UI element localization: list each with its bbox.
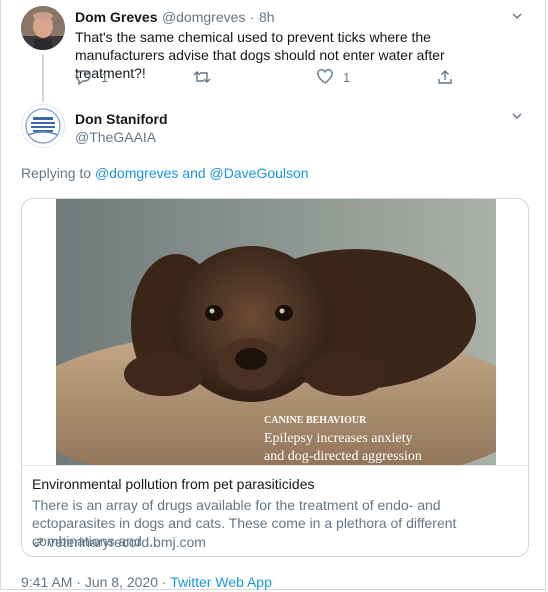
- image-headline-line2: and dog-directed aggression: [264, 449, 422, 464]
- mention-link[interactable]: @domgreves: [95, 165, 178, 181]
- tweet-time[interactable]: 9:41 AM: [21, 574, 72, 590]
- separator: ·: [161, 574, 167, 590]
- like-button[interactable]: 1: [317, 69, 350, 85]
- separator: ·: [76, 574, 81, 590]
- like-count: 1: [343, 69, 351, 85]
- link-icon: [34, 537, 43, 547]
- reply-button[interactable]: 1: [75, 69, 108, 85]
- share-icon: [438, 70, 452, 84]
- avatar[interactable]: [21, 104, 65, 148]
- user-handle[interactable]: @domgreves: [162, 9, 245, 25]
- link-card[interactable]: CANINE BEHAVIOUR Epilepsy increases anxi…: [21, 198, 529, 557]
- user-handle-row: @TheGAAIA: [75, 129, 156, 147]
- replying-label: Replying to: [21, 165, 92, 181]
- tweet-date[interactable]: Jun 8, 2020: [85, 574, 158, 590]
- card-domain: veterinaryrecord.bmj.com: [32, 534, 206, 550]
- display-name[interactable]: Dom Greves: [75, 9, 157, 25]
- display-name-row: Don Staniford: [75, 111, 168, 129]
- reply-icon: [75, 70, 91, 85]
- chevron-down-icon[interactable]: [511, 10, 523, 22]
- tweet-meta: 9:41 AM · Jun 8, 2020 · Twitter Web App: [21, 574, 272, 590]
- replying-to: Replying to @domgreves and @DaveGoulson: [21, 165, 309, 181]
- retweet-button[interactable]: [193, 69, 211, 85]
- like-icon: [317, 69, 333, 84]
- separator: ·: [249, 9, 255, 25]
- thread-connector: [42, 54, 44, 102]
- share-button[interactable]: [437, 69, 453, 85]
- chevron-down-icon[interactable]: [511, 110, 523, 122]
- card-title: Environmental pollution from pet parasit…: [32, 476, 315, 492]
- tweet-header: Dom Greves @domgreves · 8h: [75, 9, 275, 27]
- tweet-actions: 1 1: [75, 69, 475, 89]
- tweet-thread: Dom Greves @domgreves · 8h That's the sa…: [0, 0, 546, 590]
- image-headline-line1: Epilepsy increases anxiety: [264, 431, 413, 446]
- card-image[interactable]: CANINE BEHAVIOUR Epilepsy increases anxi…: [22, 199, 528, 489]
- retweet-icon: [193, 71, 211, 83]
- user-handle[interactable]: @TheGAAIA: [75, 129, 156, 145]
- image-kicker: CANINE BEHAVIOUR: [264, 415, 367, 426]
- reply-count: 1: [101, 69, 109, 85]
- avatar[interactable]: [21, 6, 65, 50]
- source-app-link[interactable]: Twitter Web App: [170, 574, 272, 590]
- card-body: Environmental pollution from pet parasit…: [22, 465, 528, 550]
- tweet-time[interactable]: 8h: [259, 9, 275, 25]
- mention-and: and: [182, 165, 206, 181]
- display-name[interactable]: Don Staniford: [75, 111, 168, 127]
- card-domain-text: veterinaryrecord.bmj.com: [48, 534, 206, 550]
- mention-link[interactable]: @DaveGoulson: [210, 165, 309, 181]
